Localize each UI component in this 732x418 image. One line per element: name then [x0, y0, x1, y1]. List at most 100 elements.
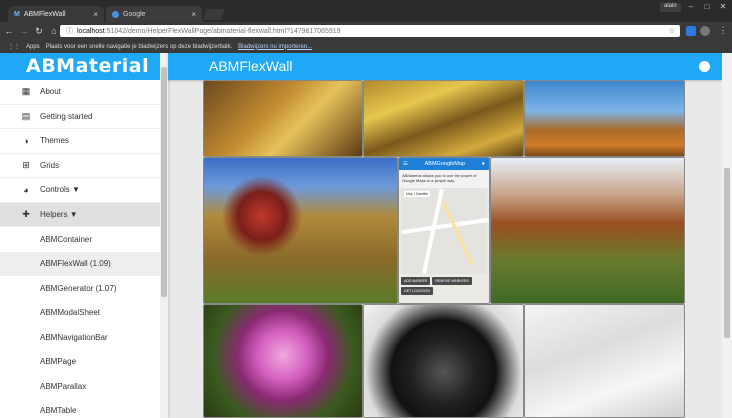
forward-icon[interactable]: → [18, 26, 30, 36]
bookmarks-bar: ⋮⋮ Apps Plaats voor een snelle navigatie… [0, 40, 732, 53]
sidebar-item-label: ABMModalSheet [40, 308, 101, 318]
wall-image-pink-aster-bee[interactable] [203, 304, 363, 418]
sidebar-item-label: Helpers ▼ [40, 209, 78, 219]
wall-image-snow-leaf[interactable] [524, 304, 685, 418]
sidebar-item-grids[interactable]: ⊞ Grids [0, 154, 160, 178]
message-icon: ▤ [21, 110, 31, 121]
tab-label: ABMFlexWall [23, 10, 66, 18]
sidebar-item-label: ABMGenerator (1.07) [40, 283, 117, 293]
wall-image-orchard-trees[interactable] [490, 157, 685, 304]
map-type-satellite[interactable]: Satellite [416, 192, 428, 196]
map-road [441, 200, 474, 266]
sidebar-subitem-abmtable[interactable]: ABMTable [0, 399, 160, 418]
sidebar-item-helpers[interactable]: ✚ Helpers ▼ [0, 202, 160, 227]
sidebar-item-label: ABMContainer [40, 234, 93, 244]
wall-image-red-berries[interactable] [203, 157, 398, 304]
sidebar-item-themes[interactable]: ◑ Themes [0, 129, 160, 154]
close-icon[interactable]: × [93, 10, 98, 19]
sidebar-item-label: Getting started [40, 111, 93, 121]
add-marker-button[interactable]: ADD MARKER [401, 277, 431, 285]
sidebar-item-label: Grids [40, 160, 60, 170]
palette-icon: ◕ [23, 184, 29, 195]
tab-google[interactable]: Google × [106, 6, 202, 22]
reload-icon[interactable]: ↻ [33, 26, 45, 37]
map-type-toggle[interactable]: Map | Satellite [404, 191, 431, 197]
sidebar-subitem-abmflexwall[interactable]: ABMFlexWall (1.09) [0, 251, 160, 276]
account-icon[interactable] [699, 61, 710, 72]
sidebar-subitem-abmnavigationbar[interactable]: ABMNavigationBar [0, 325, 160, 350]
star-icon[interactable]: ☆ [669, 27, 675, 35]
scrollbar-thumb[interactable] [724, 168, 730, 338]
side-nav: ABMaterial ▦ About ▤ Getting started ◑ Them… [0, 53, 168, 418]
menu-icon[interactable]: ⋮ [717, 25, 729, 36]
sidebar-item-label: ABMTable [40, 406, 77, 416]
scrollbar-thumb[interactable] [161, 67, 167, 297]
sidebar-subitem-abmmodalsheet[interactable]: ABMModalSheet [0, 301, 160, 326]
sidebar-subitem-abmpage[interactable]: ABMPage [0, 350, 160, 375]
abm-favicon-icon: M [14, 10, 20, 18]
sidebar-item-label: ABMPage [40, 357, 77, 367]
sidebar-item-label: About [40, 87, 61, 97]
url-host: localhost [77, 27, 105, 35]
tab-abmflexwall[interactable]: M ABMFlexWall × [8, 6, 104, 22]
grid-icon: ⊞ [22, 159, 30, 170]
hamburger-icon[interactable]: ☰ [403, 161, 408, 167]
wall-image-zeiss-ikon-camera[interactable] [363, 304, 524, 418]
map-card-title: ABMGoogleMap [424, 161, 465, 167]
sidebar-item-label: ABMFlexWall (1.09) [40, 259, 111, 269]
map-card-description: ABMaterial allows you to use the power o… [399, 170, 489, 188]
wall-image-autumn-leaves[interactable] [203, 80, 363, 157]
get-location-button[interactable]: GET LOCATION [401, 287, 433, 295]
app-bar: ABMFlexWall [168, 53, 722, 80]
close-window-icon[interactable]: ✕ [716, 2, 730, 12]
wall-image-yellow-leaves[interactable] [363, 80, 524, 157]
maximize-icon[interactable]: □ [700, 2, 714, 12]
extension-icon[interactable] [686, 26, 696, 36]
sidebar-item-label: ABMNavigationBar [40, 332, 108, 342]
google-map[interactable]: Map | Satellite [401, 188, 489, 274]
apps-link[interactable]: Apps [26, 44, 40, 50]
sidebar-subitem-abmgenerator[interactable]: ABMGenerator (1.07) [0, 276, 160, 301]
map-buttons: ADD MARKER REMOVE MARKERS GET LOCATION [399, 274, 489, 298]
dashboard-icon: ▦ [21, 86, 31, 97]
close-icon[interactable]: × [191, 10, 196, 19]
google-map-card: ☰ ABMGoogleMap ● ABMaterial allows you t… [398, 157, 490, 304]
apps-icon[interactable]: ⋮⋮ [8, 43, 20, 50]
sidebar-item-getting-started[interactable]: ▤ Getting started [0, 105, 160, 129]
new-tab-button[interactable] [202, 9, 226, 20]
sidebar-scrollbar[interactable] [160, 53, 168, 418]
extension-icon[interactable] [700, 26, 710, 36]
google-favicon-icon [112, 10, 119, 18]
sidebar-subitem-abmparallax[interactable]: ABMParallax [0, 374, 160, 399]
page-scrollbar[interactable] [722, 53, 732, 418]
sidebar-item-label: ABMParallax [40, 381, 87, 391]
map-card-header: ☰ ABMGoogleMap ● [399, 158, 489, 170]
wall-image-autumn-trees-sky[interactable] [524, 80, 685, 157]
remove-markers-button[interactable]: REMOVE MARKERS [432, 277, 472, 285]
tab-label: Google [123, 10, 146, 18]
sidebar-item-label: Themes [40, 136, 69, 146]
flex-wall: ☰ ABMGoogleMap ● ABMaterial allows you t… [203, 80, 685, 418]
home-icon[interactable]: ⌂ [48, 26, 60, 36]
sidebar-subitem-abmcontainer[interactable]: ABMContainer [0, 227, 160, 252]
map-road [401, 217, 489, 235]
page-viewport: ABMaterial ▦ About ▤ Getting started ◑ Them… [0, 53, 732, 418]
sidebar-item-about[interactable]: ▦ About [0, 80, 160, 105]
side-menu: ▦ About ▤ Getting started ◑ Themes ⊞ Grids ◕… [0, 80, 168, 418]
account-icon[interactable]: ● [482, 161, 485, 167]
profile-button[interactable]: alain [660, 3, 681, 12]
info-icon: ⓘ [66, 28, 73, 35]
url-path: :51042/demo/HelperFlexWallPage/abmateria… [104, 27, 341, 35]
puzzle-icon: ✚ [22, 208, 30, 219]
contrast-icon: ◑ [23, 135, 29, 146]
map-type-map[interactable]: Map [406, 192, 413, 196]
address-bar[interactable]: ⓘ localhost:51042/demo/HelperFlexWallPag… [60, 25, 680, 37]
browser-toolbar: ← → ↻ ⌂ ⓘ localhost:51042/demo/HelperFle… [0, 22, 732, 40]
sidebar-item-controls[interactable]: ◕ Controls ▼ [0, 178, 160, 203]
page-title: ABMFlexWall [209, 58, 293, 74]
minimize-icon[interactable]: – [684, 2, 698, 12]
import-bookmarks-link[interactable]: Bladwijzers nu importeren... [238, 44, 312, 50]
logo[interactable]: ABMaterial [0, 53, 168, 80]
bookmarks-hint: Plaats voor een snelle navigatie je blad… [45, 43, 233, 50]
back-icon[interactable]: ← [3, 26, 15, 36]
